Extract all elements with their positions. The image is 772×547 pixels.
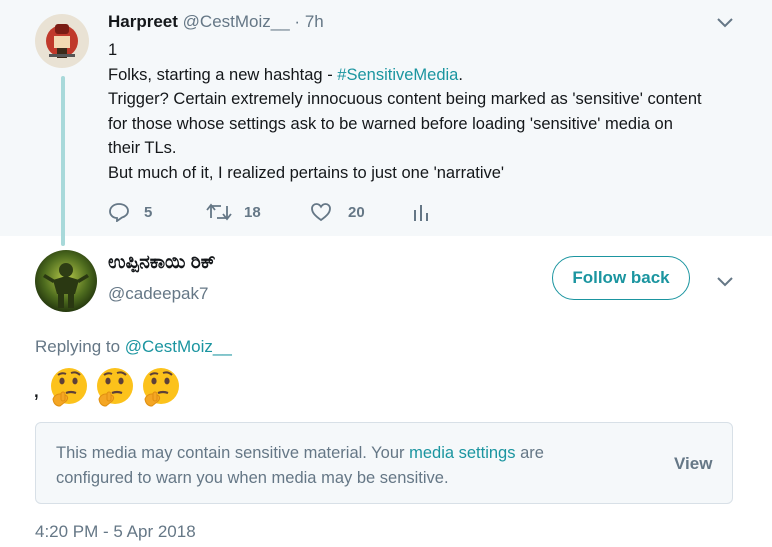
tweet-text-content: , <box>33 376 40 403</box>
analytics-icon <box>414 205 428 221</box>
retweet-count: 18 <box>244 203 261 221</box>
sensitive-notice-text: This media may contain sensitive materia… <box>56 444 544 487</box>
author-name[interactable]: ಉಪ್ಪಿನಕಾಯಿ ರಿಕ್ <box>108 252 215 274</box>
thinking-face-icon <box>97 368 133 407</box>
reply-count: 5 <box>144 203 153 221</box>
like-count: 20 <box>348 203 365 221</box>
tweet-line: Trigger? Certain extremely innocuous con… <box>108 90 702 108</box>
thinking-face-icon <box>143 368 179 407</box>
tweet-line: 1 <box>108 41 118 59</box>
chevron-down-icon[interactable] <box>715 275 735 289</box>
author-name[interactable]: Harpreet <box>108 12 178 31</box>
avatar[interactable] <box>35 14 89 68</box>
view-media-button[interactable]: View <box>674 454 712 474</box>
sensitive-media-notice: This media may contain sensitive materia… <box>35 422 733 504</box>
avatar[interactable] <box>35 250 97 312</box>
tweet-line: Folks, starting a new hashtag - #Sensiti… <box>108 65 463 84</box>
heart-icon <box>311 203 331 222</box>
reply-icon <box>109 203 129 222</box>
reply-button[interactable]: 5 <box>108 202 152 222</box>
author-handle[interactable]: @cadeepak7 <box>108 284 208 304</box>
thinking-face-icon <box>51 368 87 407</box>
parent-tweet[interactable]: Harpreet @CestMoiz__ · 7h 1 Folks, start… <box>0 0 772 236</box>
tweet-text: 1 Folks, starting a new hashtag - #Sensi… <box>108 38 748 185</box>
tweet-header: Harpreet @CestMoiz__ · 7h <box>108 12 324 32</box>
tweet-line: for those whose settings ask to be warne… <box>108 114 673 133</box>
analytics-button[interactable] <box>412 202 430 222</box>
tweet-time[interactable]: 7h <box>305 12 324 31</box>
hashtag-link[interactable]: #SensitiveMedia <box>337 66 458 84</box>
tweet-line: But much of it, I realized pertains to j… <box>108 163 505 182</box>
chevron-down-icon[interactable] <box>715 16 735 30</box>
author-handle[interactable]: @CestMoiz__ <box>183 12 290 31</box>
retweet-button[interactable]: 18 <box>206 202 261 222</box>
retweet-icon <box>206 203 232 221</box>
tweet-line: their TLs. <box>108 139 177 157</box>
media-settings-link[interactable]: media settings <box>409 444 515 462</box>
separator: · <box>294 12 301 31</box>
replying-to: Replying to @CestMoiz__ <box>35 337 232 356</box>
mention-link[interactable]: @CestMoiz__ <box>125 337 232 356</box>
tweet-timestamp[interactable]: 4:20 PM - 5 Apr 2018 <box>35 522 196 542</box>
like-button[interactable]: 20 <box>310 202 365 222</box>
follow-back-button[interactable]: Follow back <box>552 256 690 300</box>
thread-connector <box>61 76 65 246</box>
